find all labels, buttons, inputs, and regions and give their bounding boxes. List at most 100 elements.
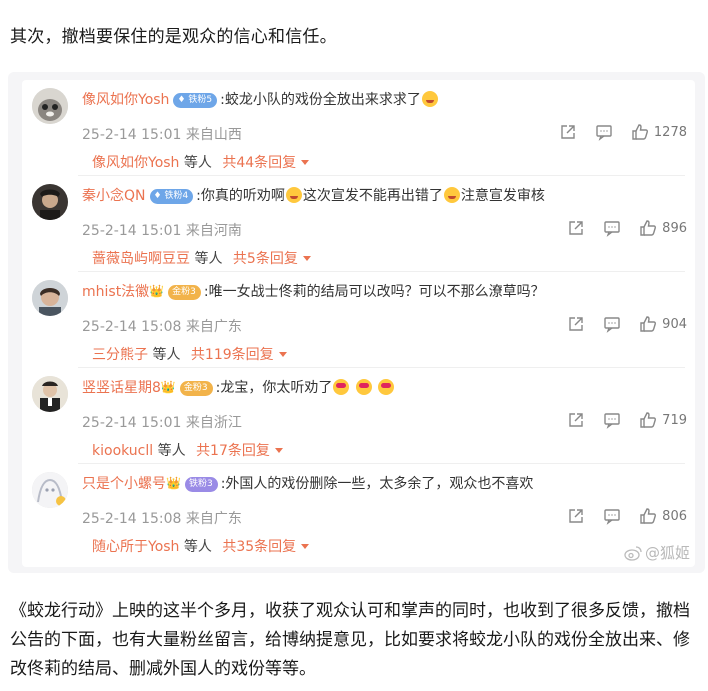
reply-count-link[interactable]: 共35条回复 <box>222 539 296 555</box>
avatar[interactable] <box>32 280 68 316</box>
like-count: 1278 <box>653 124 687 140</box>
reply-summary[interactable]: 蔷薇岛屿啊豆豆 等人 共5条回复 <box>92 248 311 268</box>
share-button[interactable] <box>559 123 577 141</box>
comment-button[interactable] <box>603 219 621 237</box>
share-icon <box>569 221 583 235</box>
reply-count-link[interactable]: 共5条回复 <box>233 251 298 267</box>
comment-button[interactable] <box>603 315 621 333</box>
comment-header: mhist法徽👑 金粉3:唯一女战士佟莉的结局可以改吗？可以不那么潦草吗？ <box>82 281 545 301</box>
reply-count-link[interactable]: 共119条回复 <box>191 347 274 363</box>
reply-username[interactable]: 蔷薇岛屿啊豆豆 <box>92 251 190 267</box>
comment-button[interactable] <box>603 411 621 429</box>
reply-summary[interactable]: 三分熊子 等人 共119条回复 <box>92 344 287 364</box>
comment-icon <box>604 413 620 429</box>
comment-text: 注意宣发审核 <box>460 188 545 204</box>
comment-text: :龙宝，你太听劝了 <box>215 380 333 396</box>
comment-meta: 25-2-14 15:08 来自广东 <box>82 508 242 528</box>
share-icon <box>569 317 583 331</box>
comment-icon <box>596 125 612 141</box>
reply-username[interactable]: 三分熊子 <box>92 347 148 363</box>
reply-summary[interactable]: kiookucll 等人 共17条回复 <box>92 440 283 460</box>
comment-item: 竖竖话星期8👑 金粉3:龙宝，你太听劝了 25-2-14 15:01 来自浙江 7… <box>22 368 695 464</box>
comment-date: 25-2-14 15:01 <box>82 127 182 143</box>
comment-location: 来自广东 <box>185 319 242 335</box>
comment-text: 这次宣发不能再出错了 <box>302 188 443 204</box>
username-link[interactable]: mhist法徽 <box>82 284 149 300</box>
comment-actions: 896 <box>549 216 687 240</box>
share-icon <box>569 413 583 427</box>
avatar[interactable] <box>32 376 68 412</box>
comment-text: :你真的听劝啊 <box>196 188 285 204</box>
reply-connector: 等人 <box>157 443 186 459</box>
intro-paragraph: 其次，撤档要保住的是观众的信心和信任。 <box>10 27 337 47</box>
reply-connector: 等人 <box>183 539 212 555</box>
comment-meta: 25-2-14 15:08 来自广东 <box>82 316 242 336</box>
fan-badge: 金粉3 <box>168 285 201 300</box>
like-button[interactable]: 896 <box>639 219 687 237</box>
username-link[interactable]: 只是个小螺号 <box>82 476 166 492</box>
avatar[interactable] <box>32 184 68 220</box>
emoji-icon <box>443 187 460 203</box>
reply-summary[interactable]: 像风如你Yosh 等人 共44条回复 <box>92 152 310 172</box>
outro-paragraph: 《蛟龙行动》上映的这半个多月，收获了观众认可和掌声的同时，也收到了很多反馈，撤档… <box>10 601 690 679</box>
reply-connector: 等人 <box>152 347 181 363</box>
emoji-icon <box>285 187 302 203</box>
reply-username[interactable]: 随心所于Yosh <box>92 539 179 555</box>
chevron-down-icon <box>301 544 310 549</box>
weibo-logo-icon <box>624 545 642 561</box>
comment-card: 像风如你Yosh ♦ 铁粉5:蛟龙小队的戏份全放出来求求了 25-2-14 15:… <box>8 72 705 573</box>
username-link[interactable]: 像风如你Yosh <box>82 92 169 108</box>
emoji-icon <box>333 379 350 395</box>
share-button[interactable] <box>567 219 585 237</box>
comment-meta: 25-2-14 15:01 来自山西 <box>82 124 242 144</box>
comment-button[interactable] <box>595 123 613 141</box>
like-count: 719 <box>662 412 687 428</box>
comment-icon <box>604 317 620 333</box>
comment-date: 25-2-14 15:01 <box>82 223 182 239</box>
like-count: 896 <box>662 220 687 236</box>
watermark-text: @狐姬 <box>644 544 690 562</box>
comment-list: 像风如你Yosh ♦ 铁粉5:蛟龙小队的戏份全放出来求求了 25-2-14 15:… <box>22 80 695 567</box>
like-icon <box>640 220 657 236</box>
share-button[interactable] <box>567 315 585 333</box>
comment-icon <box>604 509 620 525</box>
fan-badge: 金粉3 <box>179 381 213 396</box>
comment-date: 25-2-14 15:01 <box>82 415 182 431</box>
reply-summary[interactable]: 随心所于Yosh 等人 共35条回复 <box>92 536 310 556</box>
avatar[interactable] <box>32 472 68 508</box>
like-count: 806 <box>662 508 687 524</box>
comment-button[interactable] <box>603 507 621 525</box>
comment-meta: 25-2-14 15:01 来自河南 <box>82 220 242 240</box>
comment-header: 秦小念QN ♦ 铁粉4:你真的听劝啊 这次宣发不能再出错了 注意宣发审核 <box>82 185 545 205</box>
chevron-down-icon <box>302 256 311 261</box>
reply-count-link[interactable]: 共17条回复 <box>196 443 270 459</box>
share-button[interactable] <box>567 411 585 429</box>
like-button[interactable]: 1278 <box>631 123 687 141</box>
comment-location: 来自山西 <box>185 127 242 143</box>
username-link[interactable]: 秦小念QN <box>82 188 146 204</box>
reply-username[interactable]: kiookucll <box>92 443 153 459</box>
avatar[interactable] <box>32 88 68 124</box>
like-icon <box>640 412 657 428</box>
comment-location: 来自河南 <box>185 223 242 239</box>
share-button[interactable] <box>567 507 585 525</box>
share-icon <box>569 509 583 523</box>
like-button[interactable]: 806 <box>639 507 687 525</box>
like-icon <box>640 316 657 332</box>
like-button[interactable]: 904 <box>639 315 687 333</box>
comment-item: 只是个小螺号👑 铁粉3:外国人的戏份删除一些，太多余了，观众也不喜欢 25-2-1… <box>22 464 695 560</box>
comment-text: :蛟龙小队的戏份全放出来求求了 <box>220 92 421 108</box>
comment-text: :外国人的戏份删除一些，太多余了，观众也不喜欢 <box>220 476 534 492</box>
comment-header: 像风如你Yosh ♦ 铁粉5:蛟龙小队的戏份全放出来求求了 <box>82 89 439 109</box>
comment-location: 来自广东 <box>185 511 242 527</box>
crown-icon: 👑 <box>160 380 176 394</box>
comment-header: 只是个小螺号👑 铁粉3:外国人的戏份删除一些，太多余了，观众也不喜欢 <box>82 473 533 493</box>
reply-count-link[interactable]: 共44条回复 <box>222 155 296 171</box>
like-button[interactable]: 719 <box>639 411 687 429</box>
comment-actions: 904 <box>549 312 687 336</box>
reply-username[interactable]: 像风如你Yosh <box>92 155 179 171</box>
comment-actions: 1278 <box>541 120 687 144</box>
username-link[interactable]: 竖竖话星期8 <box>82 380 161 396</box>
comment-meta: 25-2-14 15:01 来自浙江 <box>82 412 242 432</box>
fan-badge: ♦ 铁粉4 <box>149 189 194 204</box>
